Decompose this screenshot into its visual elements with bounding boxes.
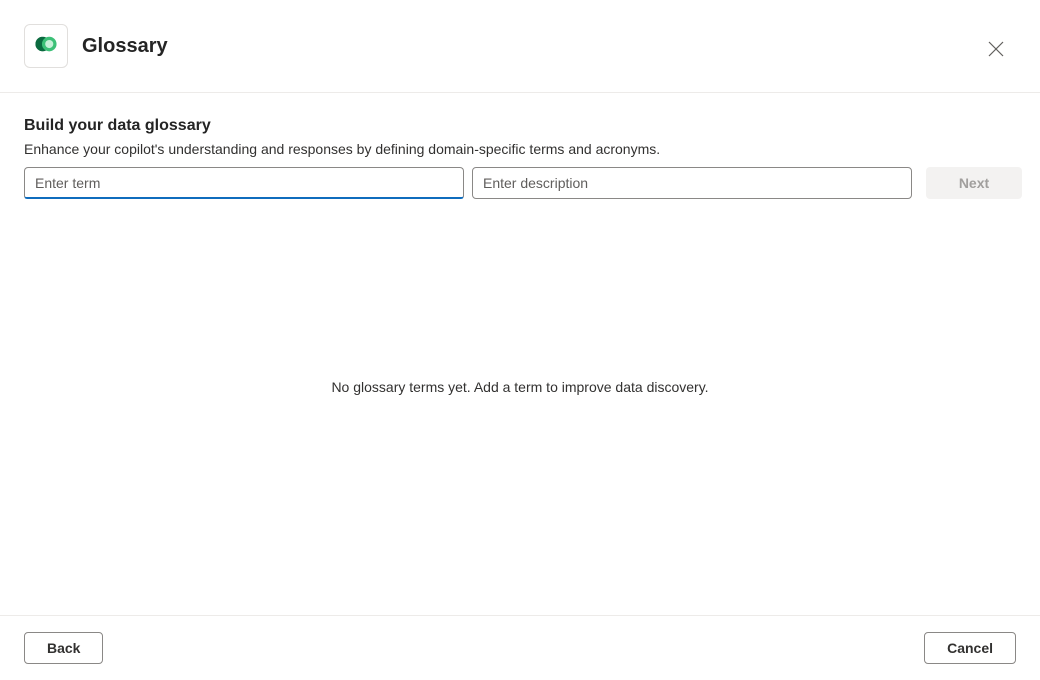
section-description: Enhance your copilot's understanding and…: [24, 141, 1016, 157]
close-icon: [988, 41, 1004, 60]
dialog-title: Glossary: [82, 35, 168, 58]
dialog-footer: Back Cancel: [0, 615, 1040, 680]
dialog-content: Build your data glossary Enhance your co…: [0, 93, 1040, 615]
section-title: Build your data glossary: [24, 117, 1016, 135]
glossary-dialog: Glossary Build your data glossary Enhanc…: [0, 0, 1040, 680]
glossary-app-icon: [33, 31, 59, 62]
cancel-button[interactable]: Cancel: [924, 632, 1016, 664]
dialog-header: Glossary: [0, 0, 1040, 93]
app-icon-container: [24, 24, 68, 68]
description-input[interactable]: [472, 167, 912, 199]
back-button[interactable]: Back: [24, 632, 103, 664]
close-button[interactable]: [984, 38, 1008, 62]
empty-state: No glossary terms yet. Add a term to imp…: [24, 199, 1016, 615]
input-row: Next: [24, 167, 1016, 199]
term-input[interactable]: [24, 167, 464, 199]
empty-state-message: No glossary terms yet. Add a term to imp…: [331, 379, 708, 395]
next-button[interactable]: Next: [926, 167, 1022, 199]
